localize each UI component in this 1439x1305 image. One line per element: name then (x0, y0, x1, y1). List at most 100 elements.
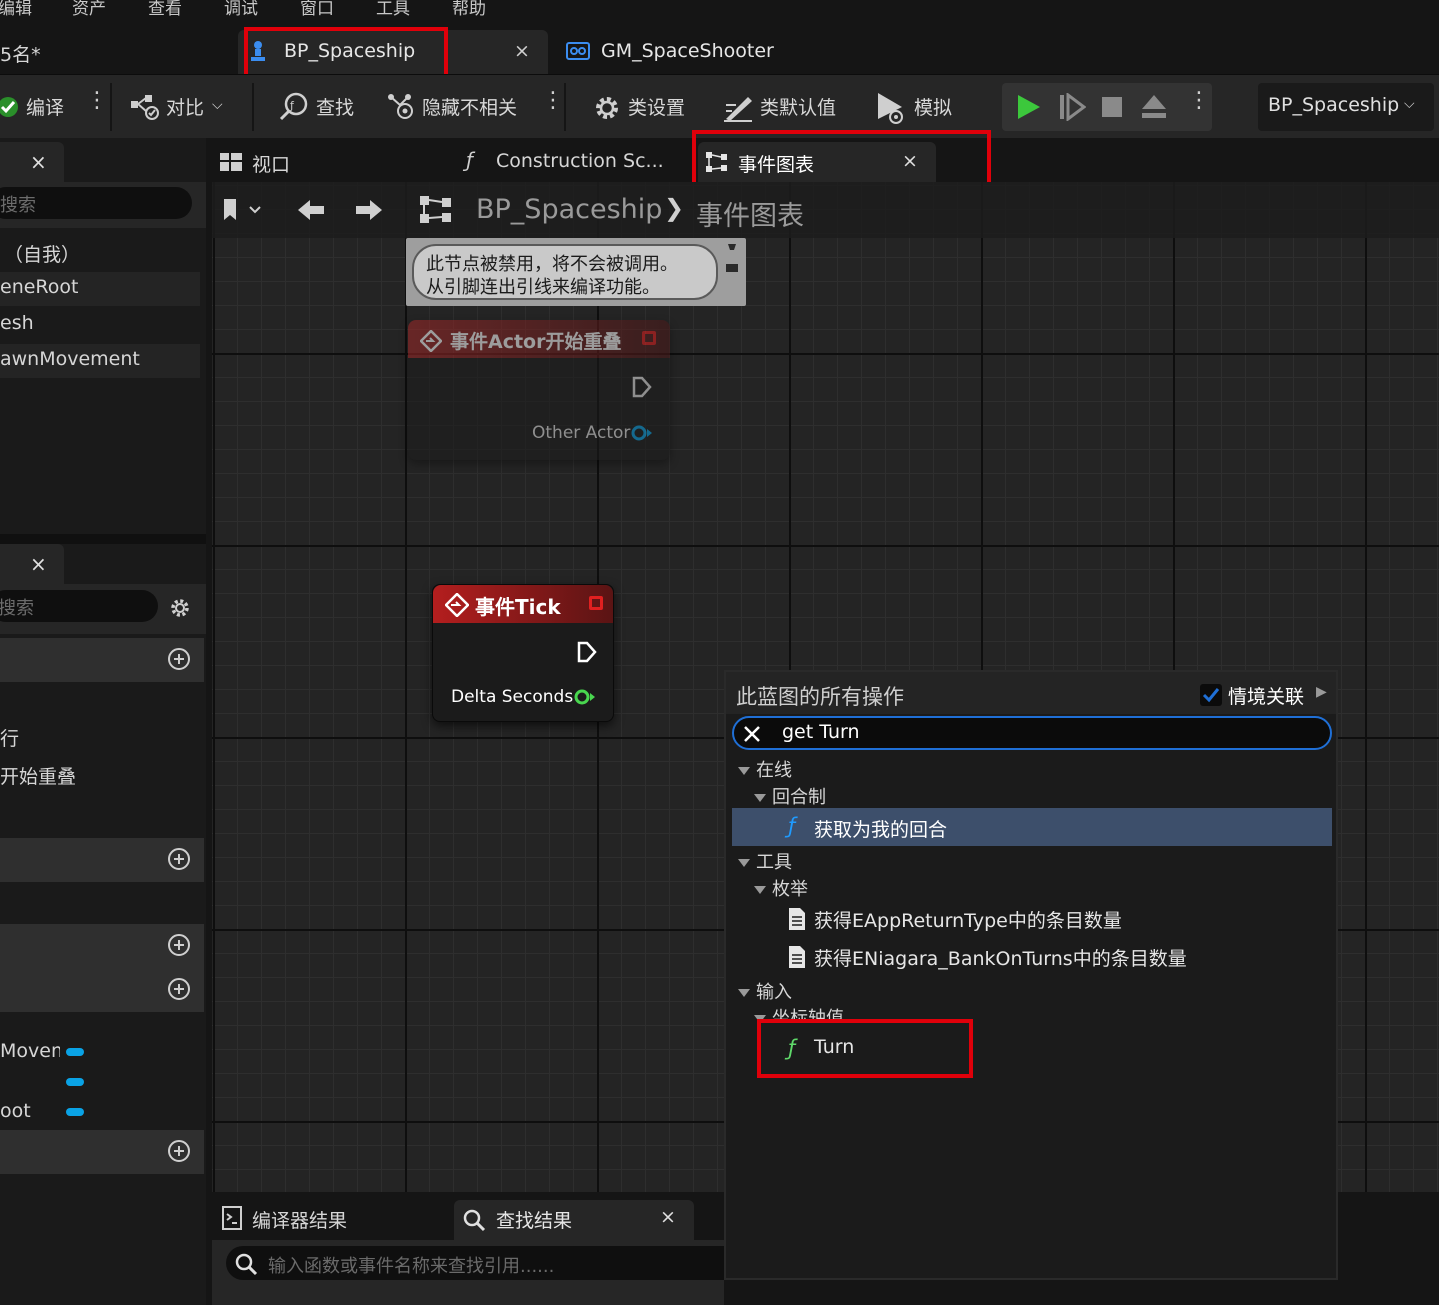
find-results-body: 输入函数或事件名称来查找引用...... (212, 1240, 746, 1305)
section-graphs-header[interactable] (0, 638, 204, 682)
list-item[interactable]: 开始重叠 (0, 758, 200, 792)
variable-item[interactable] (0, 1066, 200, 1100)
eject-icon[interactable] (1140, 93, 1168, 121)
diff-button[interactable]: 对比 ⌵ (124, 75, 244, 139)
doc-tab-gm-spaceshooter[interactable]: GM_SpaceShooter (556, 30, 816, 74)
find-options-icon[interactable]: ⋮ (542, 90, 564, 112)
component-item-scene-root[interactable]: eneRoot (0, 272, 200, 306)
find-results-search-input[interactable]: 输入函数或事件名称来查找引用...... (226, 1246, 746, 1280)
delegate-pin-icon[interactable] (589, 596, 603, 610)
add-icon[interactable] (168, 1140, 190, 1162)
expand-arrow-icon (754, 794, 766, 802)
tab-label: Construction Sc... (496, 150, 664, 172)
tree-category-online[interactable]: 在线 (738, 756, 792, 782)
tab-label: 查找结果 (496, 1210, 573, 1232)
hide-unrelated-button[interactable]: 隐藏不相关 (382, 75, 532, 139)
add-icon[interactable] (168, 934, 190, 956)
back-arrow-icon[interactable] (296, 198, 326, 222)
action-menu-header: 此蓝图的所有操作 情境关联 ▶ (726, 672, 1336, 714)
exec-pin-icon[interactable] (632, 376, 652, 398)
tab-construction-script[interactable]: ƒ Construction Sc... (456, 142, 686, 182)
panel-splitter[interactable] (0, 534, 206, 544)
exec-pin-icon[interactable] (577, 641, 597, 663)
component-item-self[interactable]: （自我） (0, 236, 200, 270)
close-icon[interactable]: × (30, 150, 47, 174)
components-search-input[interactable]: 搜索 (0, 187, 192, 219)
comment-text-line2: 从引脚连出引线来编译功能。 (426, 277, 660, 298)
section-macros-header[interactable] (0, 924, 204, 968)
tab-compiler-results[interactable]: 编译器结果 (212, 1200, 442, 1240)
menu-bar: 编辑 资产 查看 调试 窗口 工具 帮助 (0, 0, 1439, 22)
tree-item-label: 获取为我的回合 (814, 819, 948, 841)
tree-item-enum-count-1[interactable]: 获得EAppReturnType中的条目数量 (732, 900, 1332, 938)
node-event-tick[interactable]: 事件Tick Delta Seconds (432, 584, 614, 722)
menu-debug[interactable]: 调试 (224, 0, 258, 19)
my-blueprint-tab[interactable]: × (0, 544, 64, 584)
components-tab[interactable]: × (0, 142, 64, 182)
find-icon: ƒ (279, 92, 308, 121)
bookmark-icon[interactable] (222, 196, 266, 224)
menu-view[interactable]: 查看 (148, 0, 182, 19)
node-event-actor-begin-overlap[interactable]: 事件Actor开始重叠 Other Actor (408, 320, 670, 460)
variable-item[interactable]: Moveme (0, 1036, 200, 1070)
tab-viewport[interactable]: 视口 (212, 142, 442, 182)
close-icon[interactable]: × (514, 40, 530, 62)
add-icon[interactable] (168, 848, 190, 870)
context-sensitive-checkbox[interactable] (1200, 684, 1222, 706)
clear-icon[interactable] (742, 724, 762, 744)
tree-category-enum[interactable]: 枚举 (754, 875, 808, 901)
tree-item-enum-count-2[interactable]: 获得ENiagara_BankOnTurns中的条目数量 (732, 938, 1332, 976)
class-settings-button[interactable]: 类设置 (590, 75, 700, 139)
play-icon[interactable] (1014, 93, 1042, 121)
document-icon (789, 908, 805, 930)
toolbar-separator (564, 83, 566, 131)
toolbar-separator (110, 83, 112, 131)
forward-arrow-icon[interactable] (354, 198, 384, 222)
find-button[interactable]: ƒ 查找 (276, 75, 366, 139)
variable-item[interactable]: oot (0, 1096, 200, 1130)
menu-tools[interactable]: 工具 (376, 0, 410, 19)
breadcrumb-root[interactable]: BP_Spaceship (476, 194, 662, 225)
menu-edit[interactable]: 编辑 (0, 0, 32, 19)
doc-tab-partial[interactable]: 5名* (0, 40, 41, 67)
component-item-mesh[interactable]: esh (0, 308, 200, 342)
node-header: 事件Actor开始重叠 (408, 320, 670, 358)
add-icon[interactable] (168, 648, 190, 670)
section-functions-header[interactable] (0, 838, 204, 882)
search-icon (463, 1209, 486, 1232)
list-item[interactable]: 行 (0, 720, 200, 754)
debug-object-select[interactable]: BP_Spaceship ⌵ (1258, 83, 1434, 131)
class-settings-label: 类设置 (628, 97, 686, 119)
menu-window[interactable]: 窗口 (300, 0, 334, 19)
node-title: 事件Actor开始重叠 (450, 331, 622, 353)
chevron-right-icon[interactable]: ▶ (1316, 684, 1327, 700)
tree-category-turn-based[interactable]: 回合制 (754, 783, 826, 809)
close-icon[interactable]: × (660, 1206, 676, 1228)
action-search-input[interactable]: get Turn (732, 716, 1332, 750)
my-blueprint-search-input[interactable]: 搜索 (0, 590, 158, 622)
add-icon[interactable] (168, 978, 190, 1000)
menu-help[interactable]: 帮助 (452, 0, 486, 19)
object-pin-icon[interactable] (630, 424, 654, 442)
tree-category-utilities[interactable]: 工具 (738, 848, 792, 874)
component-item-pawn-movement[interactable]: awnMovement (0, 344, 200, 378)
section-dispatchers-header[interactable] (0, 1130, 204, 1174)
menu-asset[interactable]: 资产 (72, 0, 106, 19)
stop-icon[interactable] (1100, 95, 1124, 119)
float-pin-icon[interactable] (573, 688, 597, 706)
gear-icon[interactable] (168, 596, 192, 620)
close-icon[interactable]: × (30, 552, 47, 576)
compile-label: 编译 (26, 97, 65, 119)
comment-bubble[interactable]: 此节点被禁用，将不会被调用。 从引脚连出引线来编译功能。 (406, 238, 746, 306)
section-variables-header[interactable] (0, 968, 204, 1012)
compile-options-icon[interactable]: ⋮ (86, 90, 108, 112)
tab-find-results[interactable]: 查找结果 × (454, 1200, 694, 1240)
variable-type-pill (66, 1108, 84, 1116)
play-options-icon[interactable]: ⋮ (1188, 90, 1210, 112)
tree-item-get-is-my-turn[interactable]: ƒ 获取为我的回合 (732, 808, 1332, 846)
expand-arrow-icon (738, 859, 750, 867)
step-icon[interactable] (1058, 93, 1086, 121)
pin-icon[interactable] (724, 242, 740, 276)
tree-category-input[interactable]: 输入 (738, 978, 792, 1004)
delegate-pin-icon[interactable] (642, 331, 656, 345)
